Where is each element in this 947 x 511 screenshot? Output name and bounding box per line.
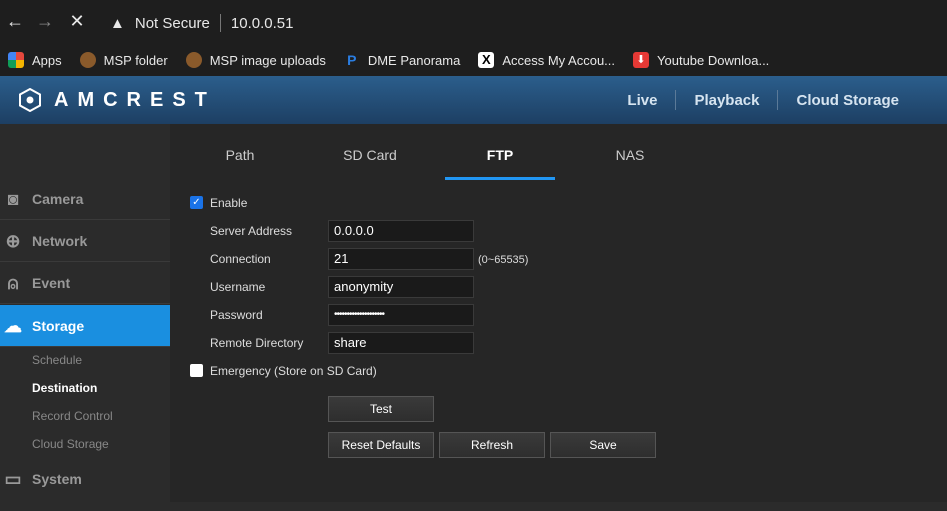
- system-monitor-icon: ▭: [4, 469, 22, 489]
- url-separator: [219, 14, 221, 32]
- sidebar-item-camera[interactable]: ◙ Camera: [0, 178, 170, 220]
- bookmark-msp-folder[interactable]: MSP folder: [79, 52, 168, 68]
- stop-loading-icon[interactable]: ✕: [66, 10, 88, 32]
- bookmark-label: DME Panorama: [367, 52, 461, 68]
- sidebar-item-event[interactable]: ⍝ Event: [0, 262, 170, 304]
- remote-directory-label: Remote Directory: [210, 336, 304, 350]
- tab-path[interactable]: Path: [185, 124, 295, 180]
- reset-defaults-button[interactable]: Reset Defaults: [328, 432, 434, 458]
- server-address-input[interactable]: 0.0.0.0: [328, 220, 474, 242]
- bookmark-label: Access My Accou...: [502, 52, 616, 68]
- event-alarm-icon: ⍝: [7, 272, 19, 293]
- remote-directory-input[interactable]: share: [328, 332, 474, 354]
- bookmark-apps[interactable]: Apps: [8, 52, 62, 68]
- server-address-label: Server Address: [210, 224, 293, 238]
- port-range-hint: (0~65535): [478, 254, 529, 266]
- username-input[interactable]: anonymity: [328, 276, 474, 298]
- sidebar-item-label: System: [32, 471, 82, 487]
- bookmark-label: Apps: [32, 52, 62, 68]
- emergency-checkbox[interactable]: [190, 364, 203, 377]
- nav-cloud-storage[interactable]: Cloud Storage: [778, 92, 917, 109]
- network-globe-icon: ⊕: [5, 230, 21, 251]
- logo-hexagon-icon: [19, 88, 41, 112]
- password-label: Password: [210, 308, 263, 322]
- sidebar-subitem-schedule[interactable]: Schedule: [32, 353, 82, 367]
- address-bar[interactable]: ▲ Not Secure 10.0.0.51: [100, 8, 940, 38]
- sidebar-subitem-destination[interactable]: Destination: [32, 381, 97, 395]
- bookmark-youtube-downloader[interactable]: ⬇ Youtube Downloa...: [633, 52, 769, 68]
- panorama-icon: P: [347, 52, 357, 68]
- bookmark-msp-image-uploads[interactable]: MSP image uploads: [185, 52, 326, 68]
- sidebar-item-storage[interactable]: ☁ Storage: [0, 305, 178, 347]
- logo-text: AMCREST: [54, 88, 216, 111]
- msp-icon: [185, 52, 202, 68]
- warning-triangle-icon[interactable]: ▲: [110, 15, 125, 32]
- nav-live[interactable]: Live: [609, 92, 675, 109]
- sidebar-item-system[interactable]: ▭ System: [0, 458, 170, 500]
- tab-ftp[interactable]: FTP: [445, 124, 555, 180]
- connection-port-input[interactable]: 21: [328, 248, 474, 270]
- sidebar-subitem-cloud-storage[interactable]: Cloud Storage: [32, 437, 109, 451]
- main-panel: Path SD Card FTP NAS ✓ Enable Server Add…: [170, 124, 947, 502]
- back-arrow-icon[interactable]: ←: [4, 10, 26, 32]
- password-input[interactable]: ••••••••••••••••••••: [328, 304, 474, 326]
- nav-playback[interactable]: Playback: [676, 92, 777, 109]
- sidebar-item-label: Camera: [32, 190, 84, 207]
- bookmarks-bar: Apps MSP folder MSP image uploads P DME …: [0, 44, 947, 76]
- refresh-button[interactable]: Refresh: [439, 432, 545, 458]
- sidebar-subitem-record-control[interactable]: Record Control: [32, 409, 113, 423]
- sidebar-item-network[interactable]: ⊕ Network: [0, 220, 170, 262]
- top-navigation: Live Playback Cloud Storage: [609, 76, 917, 124]
- app-header: AMCREST Live Playback Cloud Storage: [0, 76, 947, 124]
- enable-checkbox[interactable]: ✓: [190, 196, 203, 209]
- download-icon: ⬇: [633, 52, 650, 68]
- x-icon: X: [478, 52, 495, 68]
- camera-icon: ◙: [7, 188, 19, 209]
- username-label: Username: [210, 280, 266, 294]
- sidebar-item-label: Network: [32, 232, 88, 249]
- sidebar-item-label: Storage: [32, 317, 85, 334]
- bookmark-dme-panorama[interactable]: P DME Panorama: [344, 52, 460, 68]
- bottom-strip: [0, 502, 947, 511]
- sidebar-item-label: Event: [32, 274, 71, 291]
- connection-label: Connection: [210, 252, 271, 266]
- cloud-storage-icon: ☁: [4, 315, 22, 336]
- sidebar: ◙ Camera ⊕ Network ⍝ Event ☁ Storage Sch…: [0, 124, 178, 511]
- test-button[interactable]: Test: [328, 396, 434, 422]
- bookmark-label: Youtube Downloa...: [657, 52, 770, 68]
- enable-label: Enable: [210, 196, 248, 210]
- destination-tabs: Path SD Card FTP NAS: [170, 124, 947, 180]
- browser-toolbar: ← → ✕ ▲ Not Secure 10.0.0.51: [0, 0, 947, 44]
- amcrest-logo[interactable]: AMCREST: [18, 88, 216, 112]
- apps-grid-icon: [8, 52, 24, 68]
- security-status-label[interactable]: Not Secure: [135, 15, 210, 32]
- url-text[interactable]: 10.0.0.51: [231, 15, 294, 32]
- bookmark-label: MSP folder: [103, 52, 168, 68]
- save-button[interactable]: Save: [550, 432, 656, 458]
- msp-icon: [79, 52, 96, 68]
- tab-sd-card[interactable]: SD Card: [315, 124, 425, 180]
- bookmark-access-my-account[interactable]: X Access My Accou...: [478, 52, 615, 68]
- forward-arrow-icon[interactable]: →: [34, 10, 56, 32]
- tab-nas[interactable]: NAS: [575, 124, 685, 180]
- bookmark-label: MSP image uploads: [209, 52, 326, 68]
- emergency-label: Emergency (Store on SD Card): [210, 364, 377, 378]
